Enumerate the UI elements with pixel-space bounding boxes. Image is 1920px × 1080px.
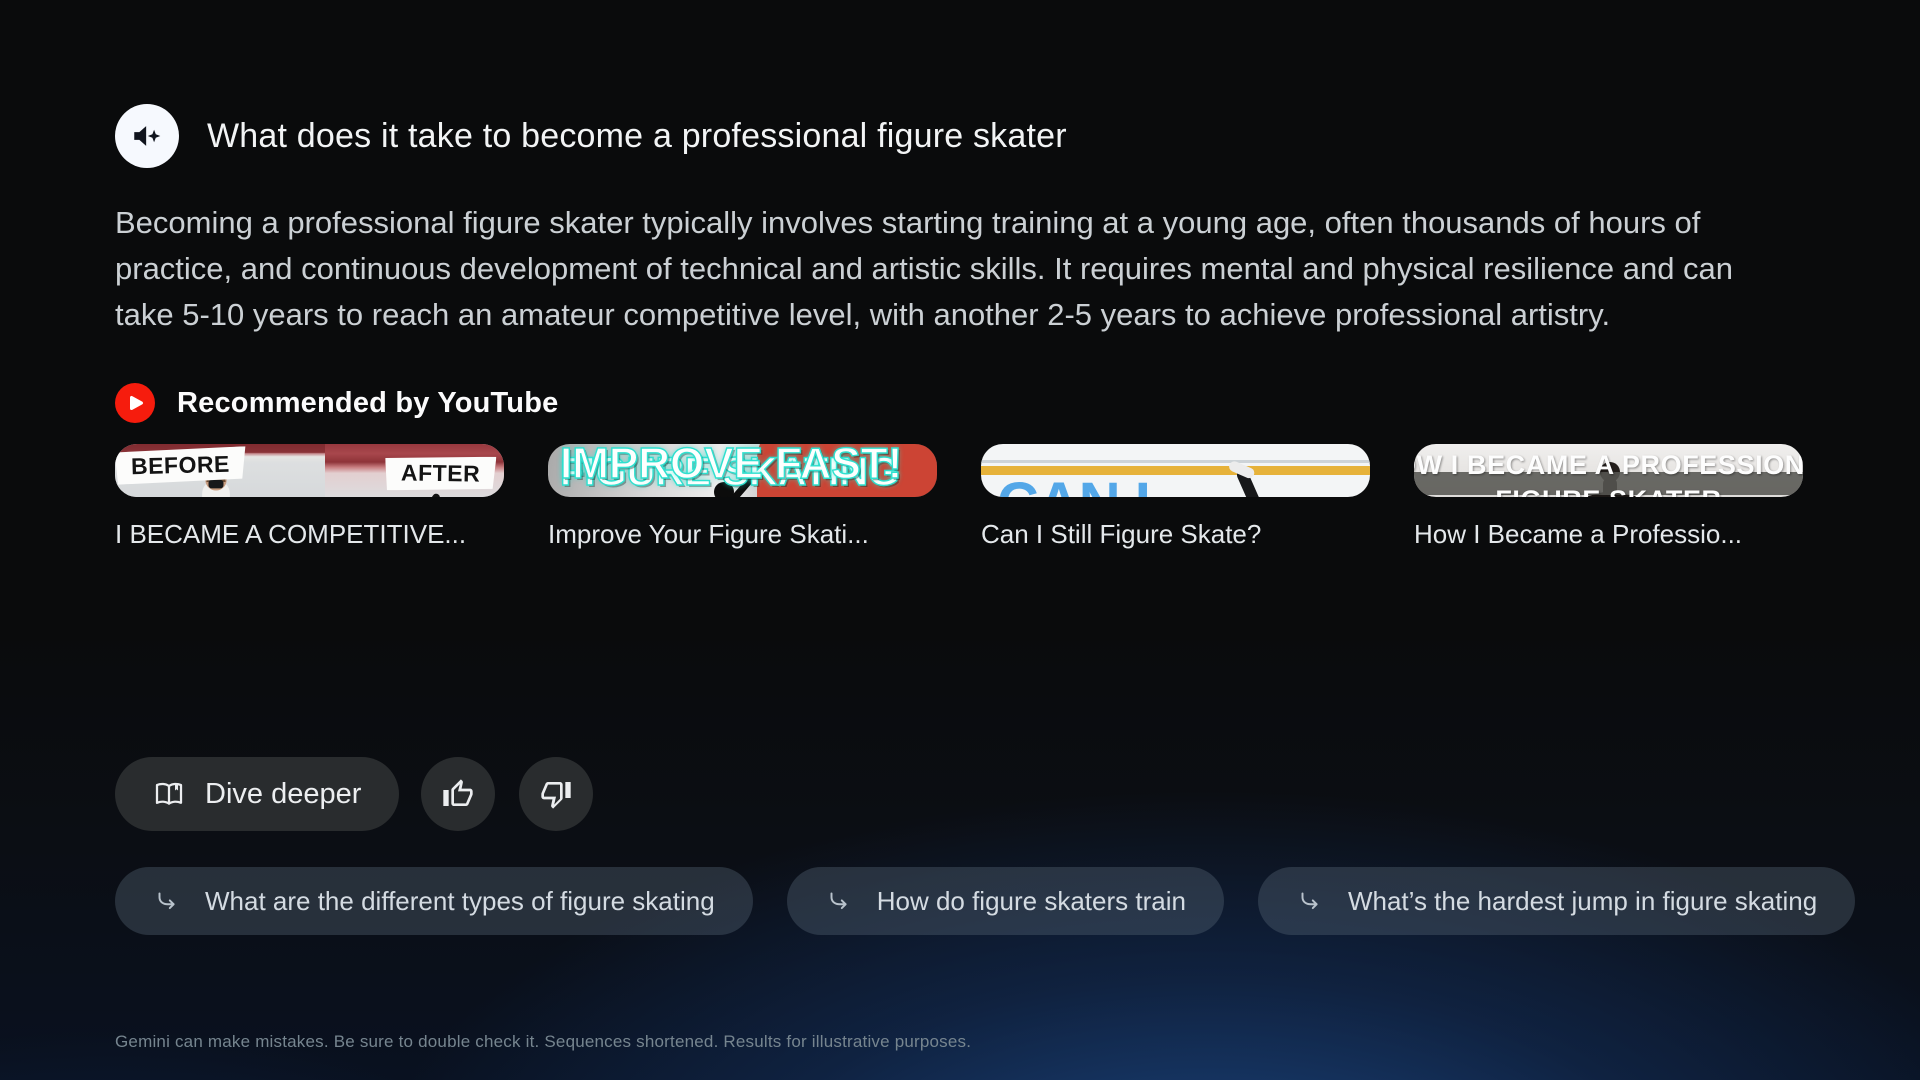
thumbs-down-button[interactable]	[519, 757, 593, 831]
dive-deeper-button[interactable]: Dive deeper	[115, 757, 399, 831]
suggestion-label: What’s the hardest jump in figure skatin…	[1348, 886, 1817, 917]
answer-text: Becoming a professional figure skater ty…	[115, 200, 1795, 338]
thumbnail-overlay-text: IMPROVE FAST!	[560, 444, 902, 489]
suggestion-label: What are the different types of figure s…	[205, 886, 715, 917]
video-cards: BEFORE AFTER	[115, 444, 1803, 497]
thumbs-down-icon	[540, 778, 572, 810]
thumbnail-overlay-text: CAN I STILL SKATE?	[997, 476, 1219, 497]
thumbnail-before-pane: BEFORE	[115, 444, 325, 497]
thumbnail-after-pane: AFTER	[325, 444, 504, 497]
suggestion-label: How do figure skaters train	[877, 886, 1186, 917]
video-card-can-i-still-skate[interactable]: CAN I STILL SKATE? Can I Still Figure Sk…	[981, 444, 1370, 497]
video-title: Improve Your Figure Skati...	[548, 519, 937, 550]
branch-arrow-icon	[825, 888, 851, 914]
disclaimer-text: Gemini can make mistakes. Be sure to dou…	[115, 1032, 971, 1052]
thumbs-up-icon	[442, 778, 474, 810]
branch-arrow-icon	[1296, 888, 1322, 914]
recommended-label: Recommended by YouTube	[177, 387, 558, 420]
before-label: BEFORE	[115, 446, 246, 484]
gemini-answer-screen: What does it take to become a profession…	[0, 0, 1920, 1080]
suggestion-chip[interactable]: What are the different types of figure s…	[115, 867, 753, 935]
page-title: What does it take to become a profession…	[207, 117, 1067, 156]
video-thumbnail: BEFORE AFTER	[115, 444, 504, 497]
video-card-improve-fast[interactable]: FIGURE SKATING IMPROVE FAST! Improve You…	[548, 444, 937, 497]
action-row: Dive deeper	[115, 757, 593, 831]
video-title: How I Became a Professio...	[1414, 519, 1803, 550]
thumbnail-caption: FIGURE SKATER	[1495, 485, 1721, 497]
video-card-before-after[interactable]: BEFORE AFTER	[115, 444, 504, 497]
recommended-row: Recommended by YouTube	[115, 383, 558, 423]
video-thumbnail: FIGURE SKATING IMPROVE FAST!	[548, 444, 937, 497]
video-title: Can I Still Figure Skate?	[981, 519, 1370, 550]
suggestion-chip[interactable]: How do figure skaters train	[787, 867, 1224, 935]
speaker-sparkle-icon[interactable]	[115, 104, 179, 168]
video-thumbnail: HOW I BECAME A PROFESSIONAL FIGURE SKATE…	[1414, 444, 1803, 497]
branch-arrow-icon	[153, 888, 179, 914]
youtube-icon	[115, 383, 155, 423]
thumbs-up-button[interactable]	[421, 757, 495, 831]
thumbnail-line: CAN I	[997, 476, 1219, 497]
book-icon	[153, 778, 185, 810]
video-card-professional-skater[interactable]: HOW I BECAME A PROFESSIONAL FIGURE SKATE…	[1414, 444, 1803, 497]
dive-deeper-label: Dive deeper	[205, 778, 361, 811]
video-thumbnail: CAN I STILL SKATE?	[981, 444, 1370, 497]
suggestion-chips: What are the different types of figure s…	[115, 867, 1855, 935]
thumbnail-caption: HOW I BECAME A PROFESSIONAL	[1414, 450, 1803, 481]
video-title: I BECAME A COMPETITIVE...	[115, 519, 504, 550]
header: What does it take to become a profession…	[115, 104, 1067, 168]
thumbnail-caption-band: HOW I BECAME A PROFESSIONAL FIGURE SKATE…	[1414, 472, 1803, 495]
after-label: AFTER	[385, 455, 497, 492]
suggestion-chip[interactable]: What’s the hardest jump in figure skatin…	[1258, 867, 1855, 935]
